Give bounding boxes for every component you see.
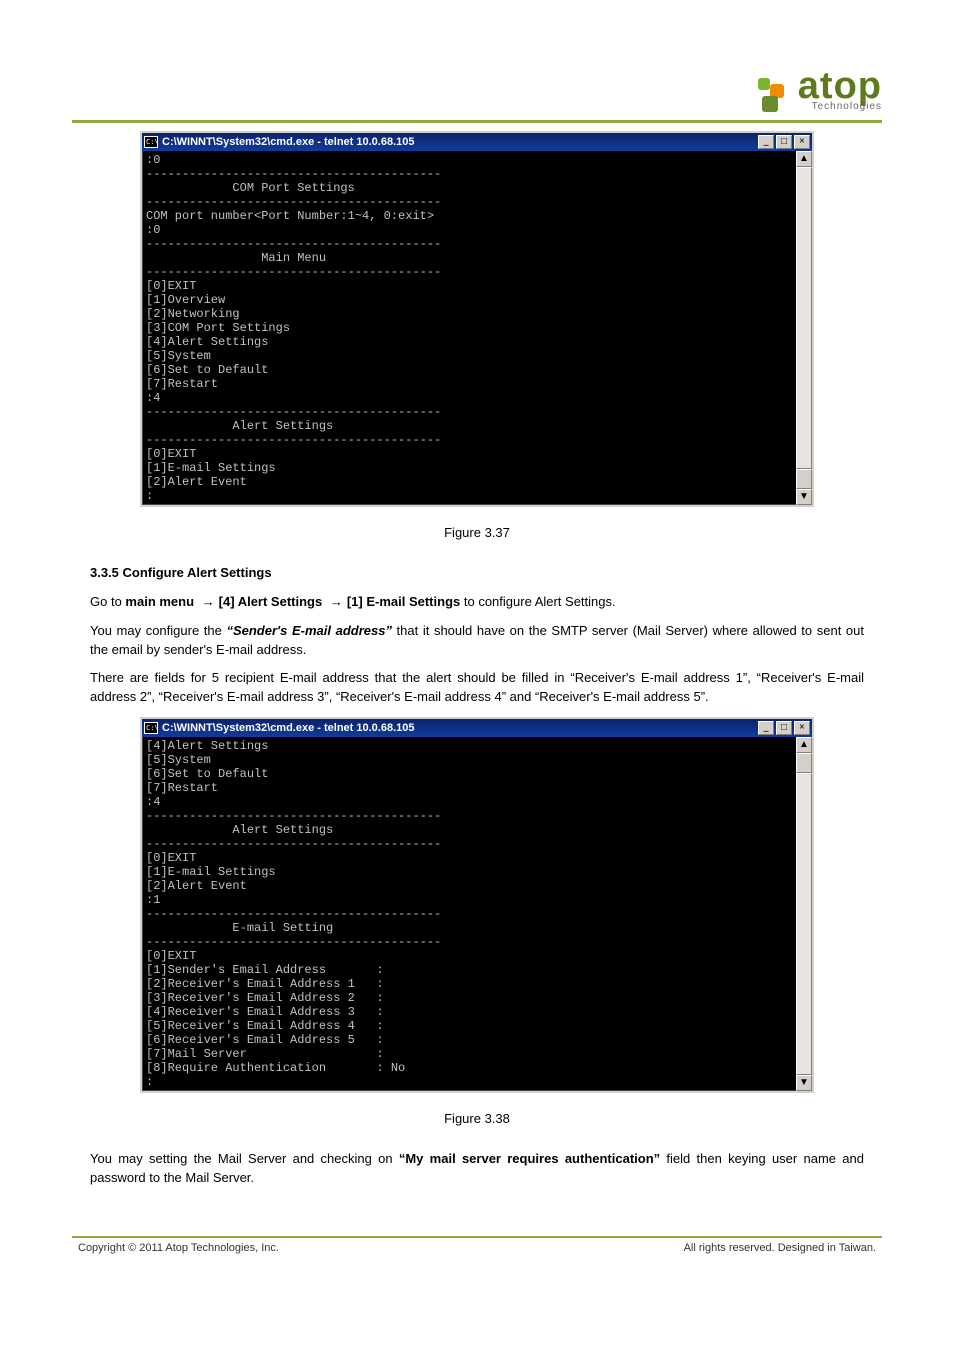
footer-right: All rights reserved. Designed in Taiwan. (684, 1242, 876, 1254)
atop-logo: atop Technologies (758, 71, 882, 112)
minimize-button[interactable]: _ (758, 721, 774, 735)
cmd-titlebar[interactable]: C:\WINNT\System32\cmd.exe - telnet 10.0.… (142, 719, 812, 737)
minimize-button[interactable]: _ (758, 135, 774, 149)
scrollbar[interactable]: ▲ ▼ (796, 737, 812, 1091)
maximize-button[interactable]: □ (776, 135, 792, 149)
sender-email-paragraph: You may configure the “Sender's E-mail a… (90, 622, 864, 660)
scroll-up-icon[interactable]: ▲ (796, 737, 812, 753)
brand-header: atop Technologies (72, 52, 882, 112)
cmd-window-email-setting: C:\WINNT\System32\cmd.exe - telnet 10.0.… (140, 717, 814, 1093)
scroll-down-icon[interactable]: ▼ (796, 1075, 812, 1091)
maximize-button[interactable]: □ (776, 721, 792, 735)
cmd-output: [4]Alert Settings [5]System [6]Set to De… (142, 737, 796, 1091)
header-divider (72, 120, 882, 123)
logo-mark (758, 78, 792, 112)
instruction-nav: Go to main menu →[4] Alert Settings →[1]… (90, 593, 864, 612)
scroll-down-icon[interactable]: ▼ (796, 489, 812, 505)
cmd-window-com-port-alert: C:\WINNT\System32\cmd.exe - telnet 10.0.… (140, 131, 814, 507)
arrow-icon: → (326, 594, 347, 609)
scrollbar[interactable]: ▲ ▼ (796, 151, 812, 505)
receiver-emails-paragraph: There are fields for 5 recipient E-mail … (90, 669, 864, 707)
footer-left: Copyright © 2011 Atop Technologies, Inc. (78, 1242, 279, 1254)
close-button[interactable]: × (794, 721, 810, 735)
figure-37-label: Figure 3.37 (72, 525, 882, 540)
scroll-up-icon[interactable]: ▲ (796, 151, 812, 167)
mail-server-paragraph: You may setting the Mail Server and chec… (90, 1150, 864, 1188)
figure-38-label: Figure 3.38 (72, 1111, 882, 1126)
page-footer: Copyright © 2011 Atop Technologies, Inc.… (72, 1238, 882, 1254)
brand-subtitle: Technologies (812, 101, 882, 112)
cmd-title: C:\WINNT\System32\cmd.exe - telnet 10.0.… (162, 722, 758, 734)
cmd-title: C:\WINNT\System32\cmd.exe - telnet 10.0.… (162, 136, 758, 148)
arrow-icon: → (198, 594, 219, 609)
cmd-output: :0 -------------------------------------… (142, 151, 796, 505)
cmd-icon (144, 136, 158, 148)
scroll-thumb[interactable] (796, 469, 812, 489)
brand-name: atop (798, 71, 882, 101)
section-heading: 3.3.5 Configure Alert Settings (90, 564, 864, 583)
close-button[interactable]: × (794, 135, 810, 149)
scroll-thumb[interactable] (796, 753, 812, 773)
cmd-titlebar[interactable]: C:\WINNT\System32\cmd.exe - telnet 10.0.… (142, 133, 812, 151)
cmd-icon (144, 722, 158, 734)
